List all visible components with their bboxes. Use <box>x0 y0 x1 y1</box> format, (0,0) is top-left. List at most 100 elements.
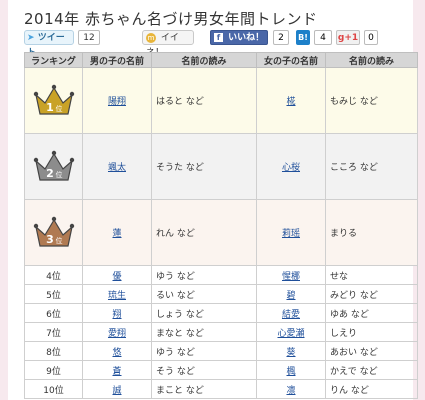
rank-cell: 6位 <box>24 303 83 323</box>
header-girl-name: 女の子の名前 <box>256 52 326 68</box>
facebook-like-label: いいね！ <box>228 33 265 43</box>
facebook-like-count: 2 <box>273 30 289 45</box>
rank-number: 3 <box>46 233 54 246</box>
boy-reading-cell: そう など <box>151 360 257 380</box>
girl-name-link[interactable]: 惺梛 <box>282 272 300 282</box>
rank-cell: 8位 <box>24 341 83 361</box>
boy-name-cell: 翔 <box>82 303 152 323</box>
girl-name-link[interactable]: 心愛瀬 <box>277 329 304 339</box>
mixi-iine-button[interactable]: m イイネ！ <box>142 30 194 58</box>
silver-crown-icon: 2 位 <box>33 150 74 181</box>
girl-reading-cell: みどり など <box>325 284 418 304</box>
boy-name-cell: 颯太 <box>82 133 152 200</box>
boy-reading-cell: まこと など <box>151 379 257 399</box>
gold-crown-icon: 1 位 <box>33 84 74 115</box>
girl-name-cell: 惺梛 <box>256 265 326 285</box>
girl-name-cell: 莉瑶 <box>256 199 326 266</box>
table-row: 4位 優 ゆう など 惺梛 せな <box>24 265 418 285</box>
girl-name-cell: 結愛 <box>256 303 326 323</box>
boy-reading-cell: はると など <box>151 67 257 134</box>
table-row: 7位 愛翔 まなと など 心愛瀬 しえり <box>24 322 418 342</box>
header-girl-reading: 名前の読み <box>325 52 418 68</box>
boy-reading-cell: ゆう など <box>151 265 257 285</box>
boy-name-link[interactable]: 愛翔 <box>108 329 126 339</box>
boy-name-cell: 誠 <box>82 379 152 399</box>
tweet-count: 12 <box>78 30 100 45</box>
boy-name-link[interactable]: 悠 <box>112 348 121 358</box>
name-ranking-table: ランキング 男の子の名前 名前の読み 女の子の名前 名前の読み 1 位 陽翔 は… <box>24 52 418 399</box>
facebook-like-button[interactable]: f いいね！ <box>210 30 268 45</box>
social-share-bar: ➤ ツイート 12 m イイネ！ f いいね！ 2 B! 4 g+1 0 <box>24 30 413 58</box>
girl-name-link[interactable]: 碧 <box>286 291 295 301</box>
girl-name-cell: 葵 <box>256 341 326 361</box>
rank-cell: 7位 <box>24 322 83 342</box>
table-header-row: ランキング 男の子の名前 名前の読み 女の子の名前 名前の読み <box>24 52 418 68</box>
facebook-icon: f <box>214 33 223 42</box>
boy-name-cell: 悠 <box>82 341 152 361</box>
rank-suffix: 位 <box>55 104 62 113</box>
boy-name-cell: 琉生 <box>82 284 152 304</box>
girl-reading-cell: かえで など <box>325 360 418 380</box>
page-title: 2014年 赤ちゃん名づけ男女年間トレンド <box>24 10 318 28</box>
girl-name-cell: 心桜 <box>256 133 326 200</box>
rank-cell: 10位 <box>24 379 83 399</box>
boy-name-cell: 蓮 <box>82 199 152 266</box>
google-plus-button[interactable]: g+1 <box>336 30 360 45</box>
boy-name-link[interactable]: 陽翔 <box>108 97 126 107</box>
boy-name-link[interactable]: 優 <box>112 272 121 282</box>
crown-shape <box>34 86 73 115</box>
girl-reading-cell: まりる <box>325 199 418 266</box>
girl-name-link[interactable]: 莉瑶 <box>282 229 300 239</box>
boy-name-link[interactable]: 蒼 <box>112 367 121 377</box>
mixi-icon: m <box>146 32 156 43</box>
header-boy-reading: 名前の読み <box>151 52 257 68</box>
boy-name-link[interactable]: 颯太 <box>108 163 126 173</box>
boy-reading-cell: しょう など <box>151 303 257 323</box>
table-row-rank-3: 3 位 蓮 れん など 莉瑶 まりる <box>24 199 418 266</box>
google-plus-count: 0 <box>364 30 378 45</box>
boy-reading-cell: ゆう など <box>151 341 257 361</box>
header-rank: ランキング <box>24 52 83 68</box>
girl-name-link[interactable]: 楓 <box>286 367 295 377</box>
table-row-rank-2: 2 位 颯太 そうた など 心桜 こころ など <box>24 133 418 200</box>
hatena-bookmark-button[interactable]: B! <box>296 30 310 45</box>
girl-name-link[interactable]: 結愛 <box>282 310 300 320</box>
rank-cell: 4位 <box>24 265 83 285</box>
boy-name-link[interactable]: 蓮 <box>112 229 121 239</box>
boy-reading-cell: るい など <box>151 284 257 304</box>
girl-reading-cell: もみじ など <box>325 67 418 134</box>
girl-reading-cell: こころ など <box>325 133 418 200</box>
table-row: 8位 悠 ゆう など 葵 あおい など <box>24 341 418 361</box>
girl-reading-cell: せな <box>325 265 418 285</box>
girl-name-link[interactable]: 心桜 <box>282 163 300 173</box>
rank-cell: 5位 <box>24 284 83 304</box>
girl-name-link[interactable]: 凛 <box>286 386 295 396</box>
table-row: 10位 誠 まこと など 凛 りん など <box>24 379 418 399</box>
boy-name-cell: 優 <box>82 265 152 285</box>
rank-suffix: 位 <box>55 236 62 245</box>
boy-name-link[interactable]: 誠 <box>112 386 121 396</box>
tweet-button[interactable]: ➤ ツイート <box>24 30 74 58</box>
girl-name-cell: 碧 <box>256 284 326 304</box>
rank-cell: 1 位 <box>24 67 83 134</box>
boy-name-cell: 蒼 <box>82 360 152 380</box>
boy-name-link[interactable]: 翔 <box>112 310 121 320</box>
crown-shape <box>34 218 73 247</box>
content-panel: 2014年 赤ちゃん名づけ男女年間トレンド ➤ ツイート 12 m イイネ！ f… <box>8 0 418 400</box>
table-row-rank-1: 1 位 陽翔 はると など 椛 もみじ など <box>24 67 418 134</box>
girl-reading-cell: あおい など <box>325 341 418 361</box>
hatena-bookmark-count: 4 <box>314 30 332 45</box>
boy-reading-cell: れん など <box>151 199 257 266</box>
bronze-crown-icon: 3 位 <box>33 216 74 247</box>
boy-name-link[interactable]: 琉生 <box>108 291 126 301</box>
rank-cell: 9位 <box>24 360 83 380</box>
rank-cell: 2 位 <box>24 133 83 200</box>
crown-shape <box>34 152 73 181</box>
girl-name-cell: 椛 <box>256 67 326 134</box>
twitter-bird-icon: ➤ <box>27 33 35 43</box>
boy-name-cell: 陽翔 <box>82 67 152 134</box>
girl-name-link[interactable]: 椛 <box>286 97 295 107</box>
girl-reading-cell: りん など <box>325 379 418 399</box>
boy-name-cell: 愛翔 <box>82 322 152 342</box>
girl-name-link[interactable]: 葵 <box>286 348 295 358</box>
